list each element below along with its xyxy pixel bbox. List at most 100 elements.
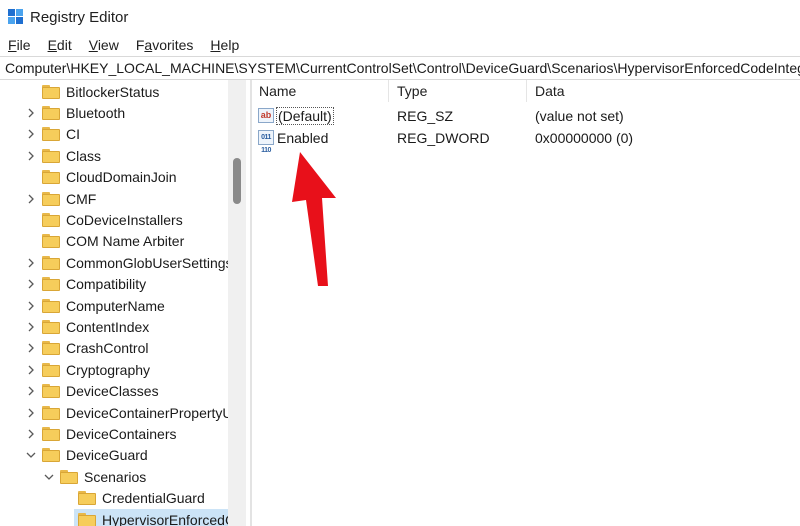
tree-item[interactable]: CI: [25, 124, 80, 145]
string-value-icon: ab: [258, 108, 274, 123]
tree-item-label: Compatibility: [66, 276, 147, 293]
tree-item-label: CommonGlobUserSettings: [66, 254, 228, 271]
folder-icon: [42, 319, 60, 334]
folder-icon: [42, 426, 60, 441]
tree-item-label: DeviceGuard: [66, 447, 148, 464]
column-header-type[interactable]: Type: [397, 83, 427, 99]
value-type: REG_SZ: [397, 108, 454, 124]
binary-value-icon: 011 110: [258, 130, 274, 154]
address-path[interactable]: Computer\HKEY_LOCAL_MACHINE\SYSTEM\Curre…: [5, 60, 800, 76]
tree-item-label: Scenarios: [84, 468, 147, 485]
address-bar[interactable]: Computer\HKEY_LOCAL_MACHINE\SYSTEM\Curre…: [0, 56, 800, 80]
tree-item[interactable]: CrashControl: [25, 338, 148, 359]
value-row-enabled[interactable]: 011 110 Enabled REG_DWORD 0x00000000 (0): [252, 127, 800, 154]
tree-scrollbar[interactable]: [228, 80, 246, 526]
chevron-right-icon[interactable]: [25, 193, 37, 205]
folder-icon: [42, 298, 60, 313]
menu-favorites[interactable]: Favorites: [136, 37, 194, 53]
registry-tree[interactable]: BitlockerStatus Bluetooth CI Class CloudDoma…: [0, 80, 228, 526]
folder-icon: [42, 105, 60, 120]
folder-icon: [42, 234, 60, 249]
chevron-right-icon[interactable]: [25, 278, 37, 290]
tree-item[interactable]: ComputerName: [25, 295, 165, 316]
tree-item[interactable]: Scenarios: [43, 466, 146, 487]
tree-item[interactable]: CloudDomainJoin: [25, 167, 177, 188]
tree-item[interactable]: CMF: [25, 188, 96, 209]
tree-item-label: CoDeviceInstallers: [66, 211, 183, 228]
tree-item[interactable]: Class: [25, 145, 101, 166]
folder-icon: [42, 255, 60, 270]
tree-item[interactable]: Bluetooth: [25, 102, 125, 123]
folder-icon: [60, 469, 78, 484]
folder-icon: [78, 512, 96, 526]
chevron-right-icon[interactable]: [25, 407, 37, 419]
list-header: Name Type Data: [252, 80, 800, 102]
folder-icon: [42, 448, 60, 463]
folder-icon: [42, 277, 60, 292]
title-bar: Registry Editor: [0, 0, 800, 34]
folder-icon: [42, 341, 60, 356]
tree-item-label: DeviceClasses: [66, 383, 159, 400]
chevron-right-icon[interactable]: [25, 107, 37, 119]
values-list: Name Type Data ab (Default) REG_SZ (valu…: [252, 80, 800, 526]
value-row-default[interactable]: ab (Default) REG_SZ (value not set): [252, 105, 800, 127]
tree-item[interactable]: DeviceContainers: [25, 423, 177, 444]
chevron-right-icon[interactable]: [25, 257, 37, 269]
folder-icon: [42, 170, 60, 185]
chevron-right-icon[interactable]: [25, 428, 37, 440]
menu-bar: File Edit View Favorites Help: [0, 34, 800, 56]
tree-item-label: CMF: [66, 190, 97, 207]
chevron-right-icon[interactable]: [25, 128, 37, 140]
tree-item-label: CredentialGuard: [102, 490, 205, 507]
folder-icon: [42, 84, 60, 99]
tree-item[interactable]: DeviceGuard: [25, 445, 148, 466]
value-name: (Default): [276, 107, 334, 125]
chevron-right-icon[interactable]: [25, 150, 37, 162]
chevron-right-icon[interactable]: [25, 342, 37, 354]
tree-item-label: COM Name Arbiter: [66, 233, 185, 250]
tree-item[interactable]: Cryptography: [25, 359, 150, 380]
tree-item[interactable]: Compatibility: [25, 274, 146, 295]
value-type: REG_DWORD: [397, 130, 490, 146]
chevron-down-icon[interactable]: [25, 449, 37, 461]
chevron-down-icon[interactable]: [43, 471, 55, 483]
tree-item[interactable]: BitlockerStatus: [25, 81, 159, 102]
column-header-data[interactable]: Data: [535, 83, 565, 99]
expander-placeholder: [25, 86, 37, 98]
folder-icon: [42, 148, 60, 163]
expander-placeholder: [25, 214, 37, 226]
value-name: Enabled: [277, 130, 329, 146]
folder-icon: [42, 384, 60, 399]
registry-editor-icon: [8, 9, 24, 25]
column-header-name[interactable]: Name: [259, 83, 296, 99]
expander-placeholder: [25, 171, 37, 183]
menu-help[interactable]: Help: [210, 37, 239, 53]
folder-icon: [42, 212, 60, 227]
chevron-right-icon[interactable]: [25, 364, 37, 376]
tree-item[interactable]: DeviceContainerPropertyUp: [25, 402, 228, 423]
tree-item[interactable]: ContentIndex: [25, 316, 149, 337]
tree-item-label: DeviceContainers: [66, 425, 177, 442]
arrow-shape: [292, 152, 336, 286]
tree-item[interactable]: CommonGlobUserSettings: [25, 252, 228, 273]
tree-item[interactable]: COM Name Arbiter: [25, 231, 184, 252]
menu-file[interactable]: File: [8, 37, 31, 53]
tree-item[interactable]: DeviceClasses: [25, 381, 159, 402]
menu-view[interactable]: View: [89, 37, 119, 53]
tree-item-label: Class: [66, 147, 102, 164]
chevron-right-icon[interactable]: [25, 300, 37, 312]
tree-item-label: ComputerName: [66, 297, 165, 314]
tree-item[interactable]: CredentialGuard: [61, 488, 205, 509]
tree-item[interactable]: CoDeviceInstallers: [25, 209, 183, 230]
menu-edit[interactable]: Edit: [48, 37, 72, 53]
folder-icon: [78, 491, 96, 506]
tree-item-label: Bluetooth: [66, 104, 126, 121]
chevron-right-icon[interactable]: [25, 385, 37, 397]
tree-item-label: ContentIndex: [66, 318, 150, 335]
value-data: 0x00000000 (0): [535, 130, 634, 146]
chevron-right-icon[interactable]: [25, 321, 37, 333]
tree-scrollbar-thumb[interactable]: [233, 158, 241, 204]
tree-item[interactable]: HypervisorEnforcedC: [74, 509, 228, 526]
expander-placeholder: [25, 235, 37, 247]
tree-item-label: DeviceContainerPropertyUp: [66, 404, 228, 421]
